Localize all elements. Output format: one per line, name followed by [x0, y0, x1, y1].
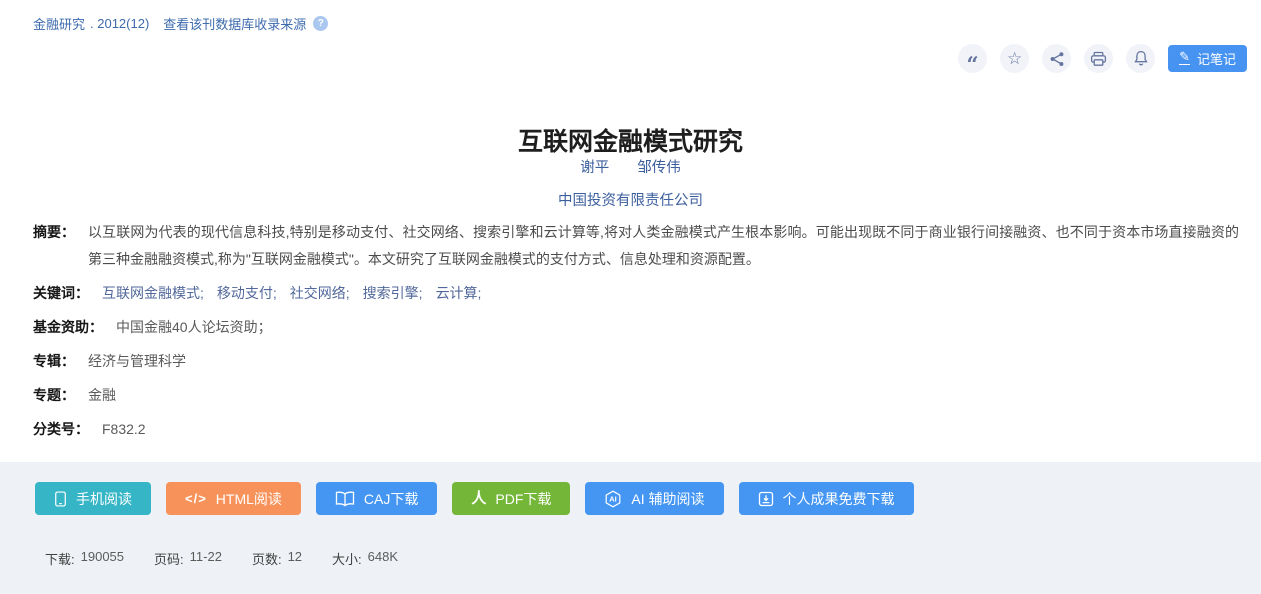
- keyword-link[interactable]: 社交网络;: [290, 283, 350, 303]
- clc-row: 分类号： F832.2: [33, 419, 1239, 439]
- phone-icon: [54, 490, 67, 508]
- fund-label: 基金资助：: [33, 317, 103, 337]
- page-title: 互联网金融模式研究: [0, 122, 1261, 158]
- personal-free-download-button[interactable]: 个人成果免费下载: [739, 482, 914, 515]
- album-value: 经济与管理科学: [88, 351, 186, 371]
- keywords-label: 关键词：: [33, 283, 89, 303]
- keyword-link[interactable]: 云计算;: [436, 283, 482, 303]
- help-icon[interactable]: ?: [313, 16, 328, 31]
- article-stats: 下载: 190055 页码: 11-22 页数: 12 大小: 648K: [45, 549, 1261, 568]
- keywords-row: 关键词： 互联网金融模式; 移动支付; 社交网络; 搜索引擎; 云计算;: [33, 283, 1239, 303]
- stat-file-size: 大小: 648K: [332, 549, 398, 568]
- journal-breadcrumb: 金融研究 . 2012(12) 查看该刊数据库收录来源 ?: [33, 14, 328, 33]
- journal-link[interactable]: 金融研究: [33, 14, 85, 33]
- keyword-link[interactable]: 移动支付;: [217, 283, 277, 303]
- abstract-label: 摘要：: [33, 219, 75, 246]
- abstract-row: 摘要： 以互联网为代表的现代信息科技,特别是移动支付、社交网络、搜索引擎和云计算…: [33, 219, 1239, 273]
- pdf-icon: 人: [471, 491, 486, 506]
- author-links: 谢平 邹传伟: [0, 156, 1261, 177]
- share-icon[interactable]: [1042, 44, 1071, 73]
- topic-row: 专题： 金融: [33, 385, 1239, 405]
- bell-icon[interactable]: [1126, 44, 1155, 73]
- abstract-text: 以互联网为代表的现代信息科技,特别是移动支付、社交网络、搜索引擎和云计算等,将对…: [88, 219, 1239, 273]
- download-box-icon: [758, 491, 774, 507]
- source-database-link[interactable]: 查看该刊数据库收录来源: [163, 14, 306, 33]
- mobile-read-button[interactable]: 手机阅读: [35, 482, 151, 515]
- stat-page-count: 页数: 12: [252, 549, 302, 568]
- html-read-button[interactable]: </> HTML阅读: [166, 482, 301, 515]
- topic-value: 金融: [88, 385, 116, 405]
- stat-downloads: 下载: 190055: [45, 549, 124, 568]
- author-link[interactable]: 邹传伟: [637, 156, 681, 177]
- download-buttons: 手机阅读 </> HTML阅读 CAJ下载 人 PDF下载: [0, 462, 1261, 515]
- star-icon[interactable]: ☆: [1000, 44, 1029, 73]
- print-icon[interactable]: [1084, 44, 1113, 73]
- ai-hexagon-icon: AI: [604, 490, 622, 508]
- take-notes-label: 记笔记: [1197, 49, 1236, 68]
- album-row: 专辑： 经济与管理科学: [33, 351, 1239, 371]
- fund-row: 基金资助： 中国金融40人论坛资助；: [33, 317, 1239, 337]
- clc-value: F832.2: [102, 419, 146, 439]
- journal-issue: . 2012(12): [90, 16, 149, 31]
- author-link[interactable]: 谢平: [580, 156, 609, 177]
- ai-assist-read-button[interactable]: AI AI 辅助阅读: [585, 482, 723, 515]
- pencil-icon: ✎: [1179, 50, 1190, 66]
- take-notes-button[interactable]: ✎ 记笔记: [1168, 45, 1247, 72]
- action-toolbar: “ ☆ ✎ 记笔记: [958, 44, 1247, 73]
- keyword-link[interactable]: 互联网金融模式;: [102, 283, 204, 303]
- fund-value[interactable]: 中国金融40人论坛资助；: [116, 317, 272, 337]
- affiliation-link[interactable]: 中国投资有限责任公司: [558, 193, 703, 209]
- book-icon: [335, 491, 355, 507]
- article-meta: 摘要： 以互联网为代表的现代信息科技,特别是移动支付、社交网络、搜索引擎和云计算…: [33, 219, 1239, 453]
- pdf-download-button[interactable]: 人 PDF下载: [452, 482, 570, 515]
- topic-label: 专题：: [33, 385, 75, 405]
- keyword-link[interactable]: 搜索引擎;: [363, 283, 423, 303]
- article-detail-page: 金融研究 . 2012(12) 查看该刊数据库收录来源 ? “ ☆: [0, 0, 1261, 594]
- svg-text:AI: AI: [610, 494, 618, 503]
- stat-page-range: 页码: 11-22: [154, 549, 222, 568]
- footer-band: 手机阅读 </> HTML阅读 CAJ下载 人 PDF下载: [0, 462, 1261, 594]
- code-icon: </>: [185, 491, 207, 506]
- clc-label: 分类号：: [33, 419, 89, 439]
- album-label: 专辑：: [33, 351, 75, 371]
- affiliation-row: 中国投资有限责任公司: [0, 189, 1261, 210]
- caj-download-button[interactable]: CAJ下载: [316, 482, 437, 515]
- quote-icon[interactable]: “: [958, 44, 987, 73]
